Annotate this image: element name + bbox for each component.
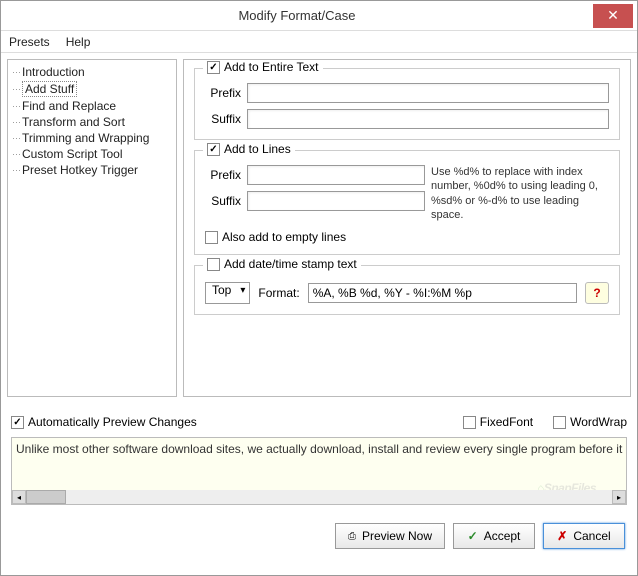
entire-prefix-label: Prefix [205,86,241,100]
sidebar-item-custom-script[interactable]: ⋯Custom Script Tool [10,146,174,162]
word-wrap-label: WordWrap [570,415,627,429]
check-icon: ✓ [468,529,478,543]
lines-label: Add to Lines [224,142,291,156]
lines-hint-text: Use %d% to replace with index number, %0… [431,159,609,222]
datetime-checkbox[interactable] [207,258,220,271]
menubar: Presets Help [1,31,637,53]
preview-text: Unlike most other software download site… [16,442,622,456]
button-row: ⎙ Preview Now ✓ Accept ✗ Cancel [1,509,637,563]
entire-text-checkbox[interactable] [207,61,220,74]
format-input[interactable] [308,283,577,303]
group-entire-legend: Add to Entire Text [203,60,323,74]
group-lines: Add to Lines Prefix Suffix Use %d% to re… [194,150,620,255]
entire-text-label: Add to Entire Text [224,60,319,74]
horizontal-scrollbar: ◂ ▸ [12,490,626,504]
entire-prefix-input[interactable] [247,83,609,103]
close-button[interactable]: ✕ [593,4,633,28]
main-panel: Add to Entire Text Prefix Suffix Add to … [183,59,631,397]
tree-leaf-icon: ⋯ [12,165,22,176]
group-datetime-legend: Add date/time stamp text [203,257,361,271]
scroll-track[interactable] [26,490,612,504]
accept-button[interactable]: ✓ Accept [453,523,535,549]
auto-preview-label: Automatically Preview Changes [28,415,197,429]
preview-area: Unlike most other software download site… [11,437,627,505]
group-entire-text: Add to Entire Text Prefix Suffix [194,68,620,140]
group-datetime: Add date/time stamp text Top Format: ? [194,265,620,315]
fixed-font-label: FixedFont [480,415,533,429]
sidebar-item-introduction[interactable]: ⋯Introduction [10,64,174,80]
lines-suffix-input[interactable] [247,191,425,211]
scroll-thumb[interactable] [26,490,66,504]
scroll-left-button[interactable]: ◂ [12,490,26,504]
auto-preview-checkbox[interactable] [11,416,24,429]
lines-prefix-input[interactable] [247,165,425,185]
tree-leaf-icon: ⋯ [12,84,22,95]
help-button[interactable]: ? [585,282,609,304]
empty-lines-label: Also add to empty lines [222,230,346,244]
sidebar-item-find-replace[interactable]: ⋯Find and Replace [10,98,174,114]
tree-leaf-icon: ⋯ [12,133,22,144]
sidebar-item-add-stuff[interactable]: ⋯Add Stuff [10,80,174,98]
menu-presets[interactable]: Presets [9,35,50,49]
format-label: Format: [258,286,299,300]
tree-leaf-icon: ⋯ [12,149,22,160]
tree-leaf-icon: ⋯ [12,117,22,128]
datetime-position-select[interactable]: Top [205,282,250,304]
fixed-font-checkbox[interactable] [463,416,476,429]
preview-now-button[interactable]: ⎙ Preview Now [335,523,445,549]
window-title: Modify Format/Case [1,8,593,23]
tree-leaf-icon: ⋯ [12,67,22,78]
scroll-right-button[interactable]: ▸ [612,490,626,504]
cancel-button[interactable]: ✗ Cancel [543,523,625,549]
menu-help[interactable]: Help [66,35,91,49]
options-row: Automatically Preview Changes FixedFont … [1,403,637,433]
entire-suffix-input[interactable] [247,109,609,129]
entire-suffix-label: Suffix [205,112,241,126]
lines-suffix-label: Suffix [205,194,241,208]
group-lines-legend: Add to Lines [203,142,295,156]
lines-prefix-label: Prefix [205,168,241,182]
tree-leaf-icon: ⋯ [12,101,22,112]
x-icon: ✗ [557,529,567,543]
lines-checkbox[interactable] [207,143,220,156]
empty-lines-checkbox[interactable] [205,231,218,244]
sidebar: ⋯Introduction ⋯Add Stuff ⋯Find and Repla… [7,59,177,397]
sidebar-item-trimming-wrapping[interactable]: ⋯Trimming and Wrapping [10,130,174,146]
preview-icon: ⎙ [348,531,356,542]
word-wrap-checkbox[interactable] [553,416,566,429]
sidebar-item-transform-sort[interactable]: ⋯Transform and Sort [10,114,174,130]
content-area: ⋯Introduction ⋯Add Stuff ⋯Find and Repla… [1,53,637,403]
sidebar-item-preset-hotkey[interactable]: ⋯Preset Hotkey Trigger [10,162,174,178]
titlebar: Modify Format/Case ✕ [1,1,637,31]
datetime-label: Add date/time stamp text [224,257,357,271]
